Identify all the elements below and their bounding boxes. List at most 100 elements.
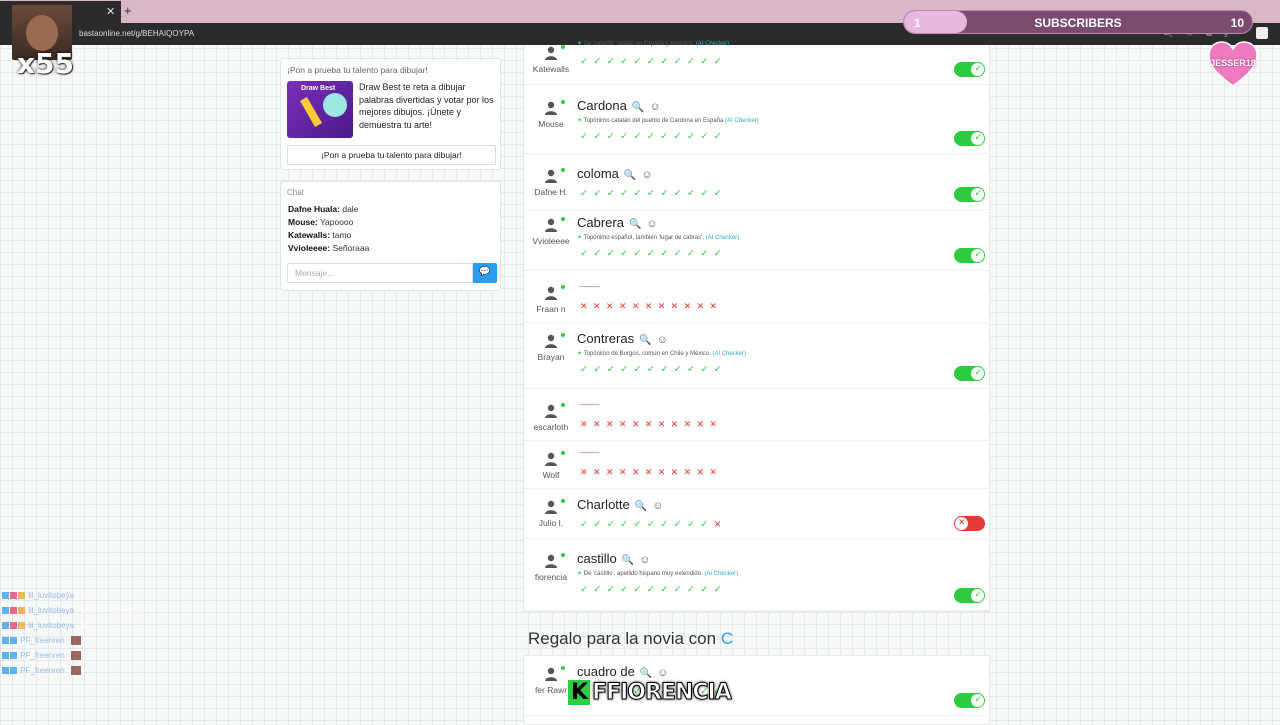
- accept-toggle[interactable]: ✓: [954, 62, 985, 77]
- cross-icon: ✕: [618, 419, 632, 429]
- check-icon: ✓: [580, 584, 594, 595]
- top-supporter-label: TOP SUPPORTER: [1100, 57, 1177, 67]
- smiley-icon[interactable]: ☺: [657, 334, 668, 346]
- sparkle-icon: ✦: [577, 118, 584, 124]
- accept-toggle[interactable]: ✓: [954, 131, 985, 146]
- search-icon[interactable]: 🔍: [622, 555, 634, 566]
- chat-text: Yapoooo: [319, 217, 354, 227]
- check-icon: ✓: [633, 584, 647, 595]
- check-icon: ✓: [687, 584, 701, 595]
- chat-text: tamo: [332, 230, 352, 240]
- search-icon[interactable]: 🔍: [640, 668, 652, 679]
- check-icon: ✓: [633, 131, 647, 142]
- check-icon: ✓: [593, 364, 607, 375]
- extension-icon[interactable]: [1256, 27, 1268, 39]
- online-indicator: [561, 333, 565, 337]
- stream-chat-user: lil_luvitobeya: [26, 591, 77, 600]
- accept-toggle[interactable]: ✓: [954, 588, 985, 603]
- search-icon[interactable]: 🔍: [639, 335, 651, 346]
- check-icon: ✓: [713, 584, 728, 595]
- check-icon: ✓: [974, 249, 982, 259]
- search-icon[interactable]: 🔍: [629, 219, 641, 230]
- vote-marks: ✕✕✕✕✕✕✕✕✕✕✕: [580, 467, 722, 478]
- chat-user: Katewalls:: [288, 230, 331, 240]
- search-icon[interactable]: 🔍: [632, 102, 644, 113]
- check-icon: ✓: [673, 188, 687, 199]
- check-icon: ✓: [620, 364, 634, 375]
- answer-word: Cabrera 🔍 ☺: [577, 215, 658, 230]
- accept-toggle[interactable]: ✓: [954, 366, 985, 381]
- tab-close-icon[interactable]: ✕: [106, 5, 115, 18]
- smiley-icon[interactable]: ☺: [649, 101, 660, 113]
- chat-text: Señoraaa: [332, 243, 370, 253]
- check-icon: ✓: [606, 584, 621, 595]
- check-icon: ✓: [593, 584, 607, 595]
- user-avatar-icon: [543, 168, 559, 184]
- smiley-icon[interactable]: ☺: [639, 554, 650, 566]
- smiley-icon[interactable]: ☺: [657, 667, 668, 679]
- check-icon: ✓: [660, 131, 674, 142]
- cross-icon: ✕: [618, 301, 632, 311]
- cross-icon: ✕: [683, 301, 697, 311]
- cross-icon: ✕: [709, 419, 723, 429]
- smiley-icon[interactable]: ☺: [646, 218, 657, 230]
- answer-row: Fraan n ✕✕✕✕✕✕✕✕✕✕✕: [524, 275, 989, 323]
- stream-chat-text: : SACRIFIENME LA X: [76, 606, 155, 615]
- check-icon: ✓: [606, 56, 621, 67]
- answer-definition: ✦ Topónimo español, también 'lugar de ca…: [577, 234, 739, 241]
- accept-toggle[interactable]: ✓: [954, 187, 985, 202]
- answer-user: Vvioleeee: [532, 236, 570, 246]
- check-icon: ✓: [660, 519, 674, 530]
- vote-marks: ✓✓✓✓✓✓✓✓✓✓✕: [580, 519, 727, 530]
- stream-chat-message: lil_luvitobeya : QUE X: [2, 591, 106, 600]
- cross-icon: ✕: [644, 301, 658, 311]
- smiley-icon[interactable]: ☺: [641, 169, 652, 181]
- promo-image[interactable]: Draw Best: [287, 81, 353, 138]
- user-avatar-icon: [543, 217, 559, 233]
- heart-badge-icon: [10, 622, 17, 630]
- cross-icon: ✕: [580, 301, 593, 311]
- accept-toggle[interactable]: ✓: [954, 248, 985, 263]
- answer-user: Fraan n: [536, 304, 566, 314]
- cross-icon: ✕: [592, 301, 606, 311]
- promo-title: ¡Pon a prueba tu talento para dibujar!: [287, 65, 428, 75]
- url-field[interactable]: bastaonline.net/g/BEHAIQOYPA: [79, 29, 194, 38]
- accept-toggle[interactable]: ✓: [954, 693, 985, 708]
- check-icon: ✓: [974, 589, 982, 599]
- stream-chat-user: PF_freenren: [18, 651, 67, 660]
- promo-button[interactable]: ¡Pon a prueba tu talento para dibujar!: [287, 145, 496, 165]
- answer-definition: ✦ De 'castillo', apellido hispano muy ex…: [577, 570, 738, 577]
- cross-icon: ✕: [580, 419, 593, 429]
- new-tab-icon[interactable]: +: [124, 3, 132, 18]
- emote-icon: [71, 666, 82, 676]
- check-icon: ✓: [687, 364, 701, 375]
- definition-text: Topónimo de Burgos, común en Chile y Méx…: [583, 351, 713, 357]
- chat-send-button[interactable]: 💬: [473, 263, 497, 283]
- smiley-icon[interactable]: ☺: [652, 500, 663, 512]
- stream-chat-message: PF_freenren :: [2, 651, 82, 661]
- check-icon: ✓: [660, 364, 674, 375]
- search-icon[interactable]: 🔍: [624, 170, 636, 181]
- badge-icon: [2, 592, 9, 600]
- check-icon: ✓: [593, 56, 607, 67]
- search-icon[interactable]: 🔍: [635, 501, 647, 512]
- vote-marks: ✓✓✓✓✓✓✓✓✓✓✓: [580, 188, 727, 199]
- check-icon: ✓: [660, 56, 674, 67]
- chat-title: Chat: [287, 188, 304, 197]
- chat-input[interactable]: Mensaje...: [287, 263, 473, 283]
- definition-text: De 'castillo', apellido hispano muy exte…: [583, 571, 705, 577]
- accept-toggle[interactable]: ✕: [954, 516, 985, 531]
- check-icon: ✓: [633, 56, 647, 67]
- cross-icon: ✕: [644, 419, 658, 429]
- answer-row: Julio I. Charlotte 🔍 ☺ ✓✓✓✓✓✓✓✓✓✓✕ ✕: [524, 489, 989, 539]
- check-icon: ✓: [606, 364, 621, 375]
- answer-word: Contreras 🔍 ☺: [577, 331, 668, 346]
- check-icon: ✓: [660, 584, 674, 595]
- check-icon: ✓: [633, 364, 647, 375]
- online-indicator: [561, 403, 565, 407]
- check-icon: ✓: [580, 248, 594, 259]
- check-icon: ✓: [660, 248, 674, 259]
- ai-checker-label: (AI Checker): [695, 41, 730, 47]
- check-icon: ✓: [713, 131, 728, 142]
- stream-chat-user: PF_freenren: [18, 636, 67, 645]
